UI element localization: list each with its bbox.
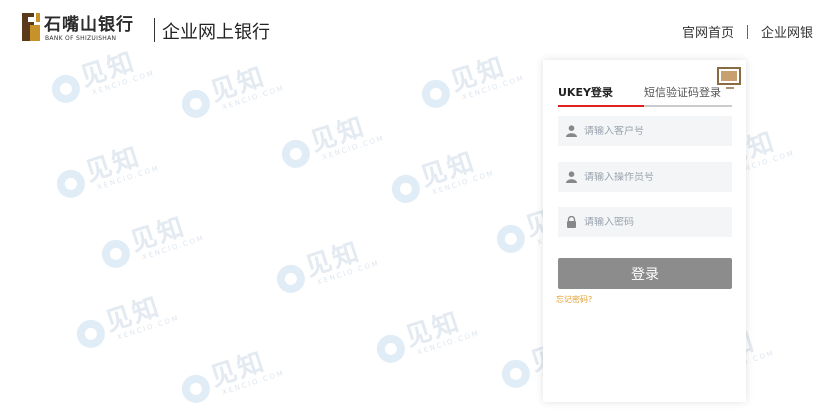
lock-icon [558,216,584,228]
site-title: 企业网上银行 [162,22,270,43]
login-button[interactable]: 登录 [558,258,732,289]
tab-ukey-login[interactable]: UKEY登录 [558,84,613,100]
watermark-logo-icon [178,86,214,122]
password-input[interactable] [584,216,724,228]
header-divider [154,18,155,42]
watermark: 见知XENCIO.COM [274,91,416,188]
watermark-logo-icon [418,76,454,112]
watermark: 见知XENCIO.COM [269,216,411,313]
nav-official-home[interactable]: 官网首页 [682,22,734,41]
login-card: UKEY登录 短信验证码登录 登录 忘记密码? [543,60,746,402]
watermark: 见知XENCIO.COM [94,191,236,288]
bank-logo-icon [22,13,40,41]
watermark-logo-icon [498,356,534,392]
login-tabs: UKEY登录 短信验证码登录 [558,84,733,106]
watermark-logo-icon [53,166,89,202]
bank-name-cn: 石嘴山银行 [44,15,134,35]
forgot-password-link[interactable]: 忘记密码? [556,294,592,305]
watermark-logo-icon [273,261,309,297]
watermark: 见知XENCIO.COM [174,41,316,138]
login-page: 石嘴山银行 BANK OF SHIZUISHAN 企业网上银行 官网首页 企业网… [0,0,833,419]
watermark-logo-icon [48,71,84,107]
watermark: 见知XENCIO.COM [414,31,556,128]
watermark-logo-icon [278,136,314,172]
user-icon [558,125,584,137]
nav-separator [746,24,748,39]
password-field [558,207,732,237]
operator-number-input[interactable] [584,171,724,183]
tab-sms-login[interactable]: 短信验证码登录 [644,84,721,100]
customer-number-field [558,116,732,146]
watermark: 见知XENCIO.COM [69,271,211,368]
bank-logo[interactable]: 石嘴山银行 BANK OF SHIZUISHAN [20,10,150,46]
tab-active-indicator [558,105,644,107]
watermark-logo-icon [493,221,529,257]
watermark: 见知XENCIO.COM [369,286,511,383]
watermark: 见知XENCIO.COM [384,126,526,223]
watermark-logo-icon [373,331,409,367]
user-icon [558,171,584,183]
nav-corporate-banking[interactable]: 企业网银 [761,22,813,41]
watermark-logo-icon [388,171,424,207]
bank-name-en: BANK OF SHIZUISHAN [45,35,117,42]
watermark-logo-icon [98,236,134,272]
operator-number-field [558,162,732,192]
top-nav: 官网首页 企业网银 [682,22,813,41]
watermark-logo-icon [178,371,214,407]
watermark-logo-icon [73,316,109,352]
customer-number-input[interactable] [584,125,724,137]
watermark: 见知XENCIO.COM [174,326,316,419]
watermark: 见知XENCIO.COM [49,121,191,218]
